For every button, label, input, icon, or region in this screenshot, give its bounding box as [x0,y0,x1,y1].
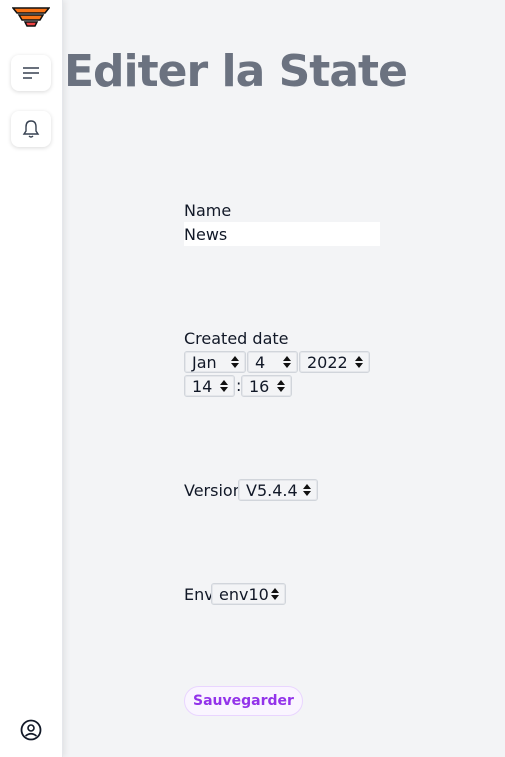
select-arrows-icon [271,588,279,600]
month-select[interactable]: Jan [184,351,246,373]
select-arrows-icon [303,484,311,496]
select-arrows-icon [355,356,363,368]
menu-icon [23,67,39,79]
page-title: Editer la State [64,46,408,97]
year-select[interactable]: 2022 [299,351,370,373]
bell-icon [22,120,40,138]
minute-select[interactable]: 16 [241,375,292,397]
year-value: 2022 [307,352,348,372]
name-label: Name [184,201,232,220]
select-arrows-icon [283,356,291,368]
version-select[interactable]: V5.4.4 [238,479,318,501]
env-select[interactable]: env10 [211,583,286,605]
save-button[interactable]: Sauvegarder [184,686,303,716]
env-label: Env [184,585,214,604]
day-value: 4 [255,352,266,372]
version-label: Version [184,481,243,500]
version-value: V5.4.4 [246,480,298,500]
name-input[interactable] [184,222,380,246]
hour-value: 14 [192,376,213,396]
month-value: Jan [192,352,217,372]
notifications-button[interactable] [11,111,51,147]
hour-select[interactable]: 14 [184,375,235,397]
minute-value: 16 [249,376,270,396]
select-arrows-icon [231,356,239,368]
created-date-label: Created date [184,329,289,348]
select-arrows-icon [220,380,228,392]
logo-icon[interactable] [12,5,50,29]
env-value: env10 [219,584,269,604]
menu-button[interactable] [11,55,51,91]
user-circle-icon[interactable] [20,719,42,741]
sidebar [0,0,63,757]
select-arrows-icon [277,380,285,392]
day-select[interactable]: 4 [247,351,298,373]
